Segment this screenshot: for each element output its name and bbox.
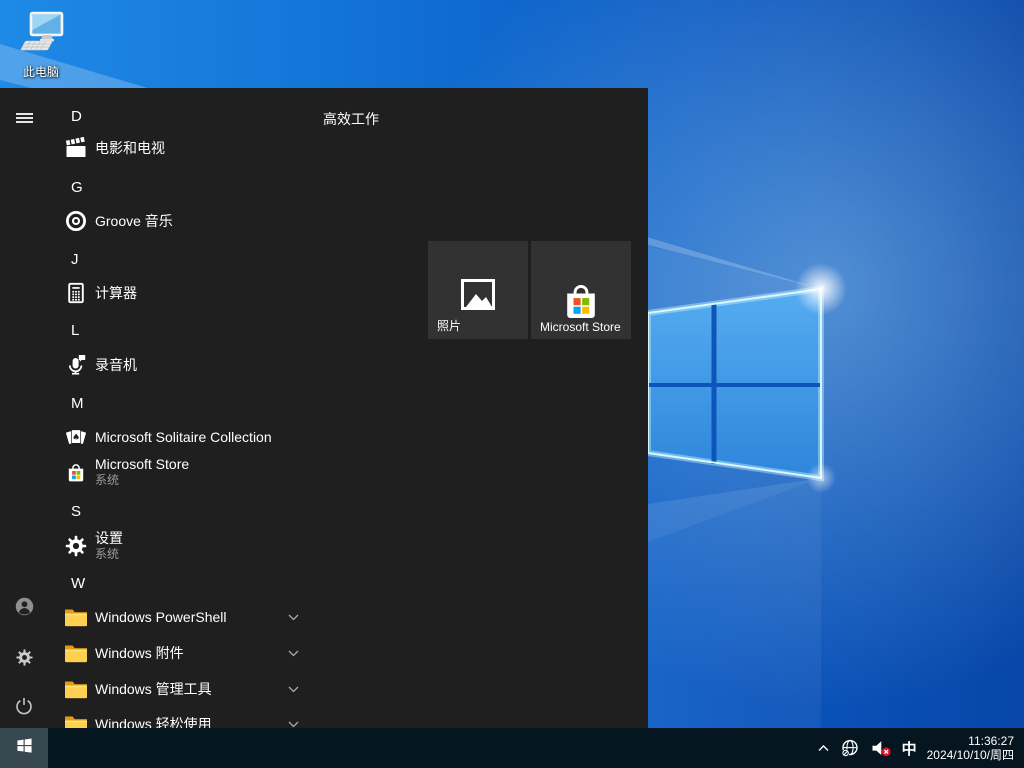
folder-icon (64, 641, 88, 665)
tile-label: Microsoft Store (540, 320, 621, 334)
taskbar-clock[interactable]: 11:36:27 2024/10/10/周四 (927, 734, 1014, 762)
chevron-down-icon[interactable] (286, 635, 300, 671)
ime-indicator[interactable]: 中 (902, 738, 917, 759)
windows-logo-icon (16, 737, 33, 759)
store-icon (64, 460, 88, 484)
section-letter-m[interactable]: M (71, 385, 111, 421)
svg-text:♠: ♠ (72, 433, 80, 443)
tile-group-title[interactable]: 高效工作 (323, 109, 379, 129)
calculator-icon (64, 281, 88, 305)
app-item-groove-music[interactable]: Groove 音乐 (64, 203, 624, 239)
voice-recorder-icon (64, 353, 88, 377)
tile-microsoft-store[interactable]: Microsoft Store (531, 241, 631, 339)
app-item-voice-recorder[interactable]: 录音机 (64, 347, 624, 383)
section-letter-s[interactable]: S (71, 493, 111, 529)
this-pc-icon (17, 8, 65, 61)
app-item-microsoft-store[interactable]: Microsoft Store 系统 (64, 452, 624, 492)
app-label: 设置 (95, 530, 123, 547)
app-label: Microsoft Solitaire Collection (95, 429, 272, 445)
chevron-down-icon[interactable] (286, 706, 300, 728)
app-item-movies-tv[interactable]: 电影和电视 (64, 130, 624, 166)
user-account-icon[interactable] (13, 595, 35, 617)
groove-music-icon (64, 209, 88, 233)
folder-item-windows-ease-of-access[interactable]: Windows 轻松使用 (64, 706, 624, 728)
settings-gear-icon (64, 534, 88, 558)
chevron-down-icon[interactable] (286, 599, 300, 635)
network-no-internet-icon[interactable] (840, 738, 860, 758)
folder-label: Windows 管理工具 (95, 679, 212, 699)
movies-tv-icon (64, 136, 88, 160)
clock-date: 2024/10/10/周四 (927, 748, 1014, 762)
solitaire-icon: ♠ (64, 425, 88, 449)
this-pc-shortcut[interactable]: 此电脑 (10, 8, 72, 80)
power-icon[interactable] (13, 695, 35, 717)
section-letter-d[interactable]: D (71, 98, 111, 134)
folder-icon (64, 605, 88, 629)
folder-label: Windows PowerShell (95, 609, 227, 625)
this-pc-label: 此电脑 (23, 63, 59, 80)
folder-label: Windows 轻松使用 (95, 714, 212, 728)
tile-photos[interactable]: 照片 (428, 241, 528, 339)
app-label: Microsoft Store (95, 456, 189, 473)
section-letter-g[interactable]: G (71, 169, 111, 205)
app-item-settings[interactable]: 设置 系统 (64, 526, 624, 566)
section-letter-w[interactable]: W (71, 565, 111, 601)
taskbar: 中 11:36:27 2024/10/10/周四 (0, 728, 1024, 768)
volume-muted-icon[interactable] (870, 739, 892, 758)
photos-icon (456, 277, 500, 322)
start-button[interactable] (0, 728, 48, 768)
menu-hamburger-icon[interactable] (13, 107, 35, 129)
folder-icon (64, 677, 88, 701)
folder-item-windows-powershell[interactable]: Windows PowerShell (64, 599, 624, 635)
app-label: 计算器 (95, 283, 137, 303)
app-sublabel: 系统 (95, 547, 123, 562)
system-tray: 中 11:36:27 2024/10/10/周四 (817, 728, 1024, 768)
clock-time: 11:36:27 (968, 734, 1014, 748)
desktop: 此电脑 (0, 0, 1024, 768)
app-label: Groove 音乐 (95, 211, 173, 231)
folder-label: Windows 附件 (95, 643, 184, 663)
folder-item-windows-admin-tools[interactable]: Windows 管理工具 (64, 671, 624, 707)
app-sublabel: 系统 (95, 473, 189, 488)
start-menu: D 电影和电视 G Groove 音乐 (0, 88, 648, 728)
tile-label: 照片 (437, 317, 461, 334)
settings-rail-icon[interactable] (13, 646, 35, 668)
chevron-down-icon[interactable] (286, 671, 300, 707)
app-label: 录音机 (95, 355, 137, 375)
folder-icon (64, 712, 88, 728)
folder-item-windows-accessories[interactable]: Windows 附件 (64, 635, 624, 671)
show-hidden-icons-chevron[interactable] (817, 744, 830, 753)
app-item-solitaire[interactable]: ♠ Microsoft Solitaire Collection (64, 419, 624, 455)
section-letter-l[interactable]: L (71, 312, 111, 348)
section-letter-j[interactable]: J (71, 241, 111, 277)
app-label: 电影和电视 (95, 138, 165, 158)
